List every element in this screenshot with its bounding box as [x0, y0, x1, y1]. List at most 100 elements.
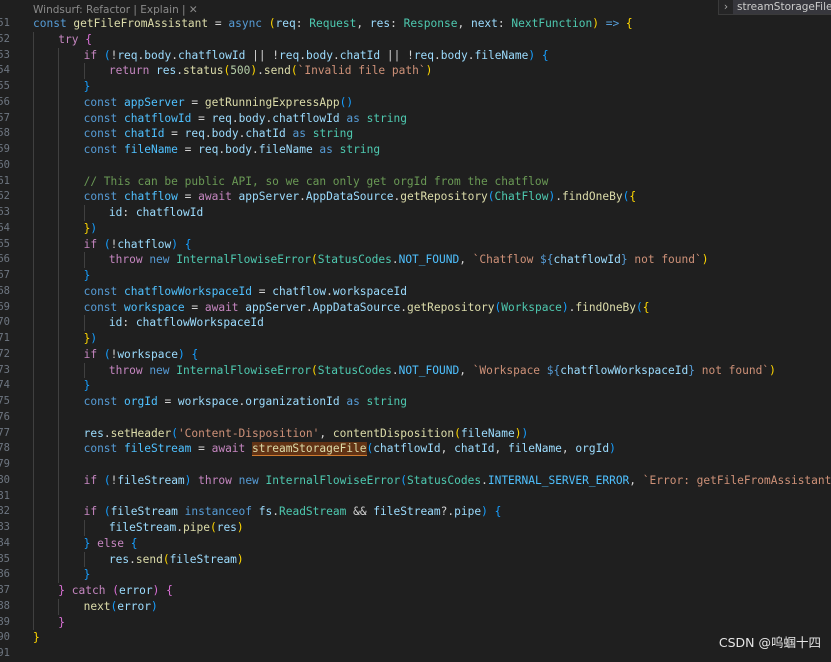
code-line[interactable]: 87} catch (error) {: [0, 583, 831, 599]
code-line[interactable]: 54 return res.status(500).send(`Invalid f…: [0, 63, 831, 79]
code-line[interactable]: 62 const chatflow = await appServer.AppDa…: [0, 189, 831, 205]
code-line[interactable]: 63 id: chatflowId: [0, 205, 831, 221]
code-line[interactable]: 75 const orgId = workspace.organizationId…: [0, 394, 831, 410]
code-line[interactable]: 73 throw new InternalFlowiseError(StatusC…: [0, 362, 831, 379]
code-line[interactable]: 61 // This can be public API, so we can o…: [0, 173, 831, 190]
indent-guide: [33, 504, 34, 520]
code-line[interactable]: 88 next(error): [0, 598, 831, 615]
code-line[interactable]: 86}: [0, 567, 831, 583]
code-line[interactable]: 72 if (!workspace) {: [0, 346, 831, 363]
code-line[interactable]: 67}: [0, 268, 831, 284]
code-token: .: [204, 127, 212, 141]
indent-guide: [58, 472, 60, 489]
indent-guide: [58, 378, 60, 394]
code-token: const: [33, 17, 74, 30]
code-text: if (!chatflow) {: [84, 237, 192, 253]
indent-guide: [58, 520, 60, 536]
code-token: error: [118, 584, 153, 597]
code-token: ,: [494, 442, 509, 456]
code-token: getRepository: [406, 300, 495, 314]
code-text: res.setHeader('Content-Disposition', con…: [84, 426, 529, 442]
code-token: {: [191, 347, 199, 361]
code-line[interactable]: 60: [0, 157, 831, 174]
code-token: .: [299, 48, 306, 62]
line-number: 54: [0, 64, 10, 77]
indent-guide: [33, 362, 34, 379]
code-text: }): [84, 221, 98, 237]
code-token: (: [310, 363, 318, 377]
code-line[interactable]: 59 const fileName = req.body.fileName as …: [0, 142, 831, 158]
code-token: }: [83, 379, 91, 393]
chevron-right-icon: ›: [723, 1, 729, 13]
code-token: (: [103, 48, 111, 62]
code-line[interactable]: 51 const getFileFromAssistant = async (re…: [0, 16, 831, 32]
code-token: =: [177, 143, 199, 156]
code-token: (: [171, 426, 178, 440]
indent-guide: [58, 47, 60, 64]
code-line[interactable]: 74}: [0, 378, 831, 394]
code-text: }: [58, 615, 65, 631]
code-token: body: [440, 48, 468, 62]
indent-guide: [58, 79, 60, 95]
code-line[interactable]: 89}: [0, 614, 831, 631]
code-line[interactable]: 80 if (!fileStream) throw new InternalFlo…: [0, 472, 831, 489]
line-number: 57: [0, 111, 10, 124]
code-text: const getFileFromAssistant = async (req:…: [33, 16, 633, 32]
code-line[interactable]: 58 const chatId = req.body.chatId as stri…: [0, 126, 831, 142]
code-line[interactable]: 65 if (!chatflow) {: [0, 236, 831, 253]
code-token: ): [514, 426, 522, 440]
code-token: .: [305, 300, 313, 314]
code-token: AppDataSource: [312, 300, 401, 314]
code-text: return res.status(500).send(`Invalid fil…: [109, 63, 432, 79]
code-token: res: [83, 426, 104, 440]
line-number: 83: [0, 521, 10, 533]
indent-guide: [33, 331, 34, 347]
code-line[interactable]: 55}: [0, 79, 831, 95]
code-token: =: [157, 395, 178, 408]
indent-guide: [33, 409, 34, 426]
indent-guide: [58, 425, 60, 442]
code-token: ): [177, 347, 185, 361]
code-token: &&: [346, 505, 374, 519]
code-line[interactable]: 91: [0, 646, 831, 662]
code-line[interactable]: 77 res.setHeader('Content-Disposition', c…: [0, 425, 831, 442]
code-line[interactable]: 85 res.send(fileStream): [0, 551, 831, 568]
code-token: ): [236, 552, 244, 566]
code-line[interactable]: 68 const chatflowWorkspaceId = chatflow.w…: [0, 283, 831, 300]
code-line[interactable]: 52 try {: [0, 31, 831, 48]
code-token: res: [156, 64, 177, 78]
code-token: .: [481, 473, 488, 487]
code-line[interactable]: 69 const workspace = await appServer.AppD…: [0, 299, 831, 316]
sticky-scroll-header[interactable]: › streamStorageFile: [718, 0, 831, 15]
code-token: ): [90, 221, 98, 235]
code-token: (: [268, 17, 276, 30]
code-line[interactable]: 53 if (!req.body.chatflowId || !req.body.…: [0, 47, 831, 64]
code-token: next: [470, 17, 498, 30]
line-number: 61: [0, 174, 10, 187]
code-line[interactable]: 71}): [0, 331, 831, 347]
code-line[interactable]: 66 throw new InternalFlowiseError(StatusC…: [0, 252, 831, 268]
code-line[interactable]: 79: [0, 457, 831, 473]
code-token: res: [369, 17, 391, 30]
code-text: throw new InternalFlowiseError(StatusCod…: [109, 252, 709, 268]
code-line[interactable]: 83 fileStream.pipe(res): [0, 520, 831, 536]
code-text: if (!req.body.chatflowId || !req.body.ch…: [84, 48, 549, 64]
code-token: .: [257, 64, 264, 78]
code-editor[interactable]: 51 const getFileFromAssistant = async (re…: [0, 16, 831, 662]
code-line[interactable]: 81: [0, 488, 831, 505]
code-line[interactable]: 78 const fileStream = await streamStorage…: [0, 441, 831, 457]
code-line[interactable]: 56 const appServer = getRunningExpressApp…: [0, 94, 831, 111]
code-line[interactable]: 70 id: chatflowWorkspaceId: [0, 315, 831, 331]
code-token: ,: [440, 442, 455, 456]
code-token: NOT_FOUND: [398, 363, 460, 377]
code-line[interactable]: 64}): [0, 220, 831, 237]
code-line[interactable]: 82 if (fileStream instanceof fs.ReadStrea…: [0, 504, 831, 520]
code-line[interactable]: 76: [0, 409, 831, 426]
code-line[interactable]: 90}: [0, 630, 831, 646]
code-token: const: [83, 143, 125, 156]
indent-guide: [83, 63, 85, 79]
indent-guide: [33, 31, 34, 48]
code-line[interactable]: 84} else {: [0, 535, 831, 552]
code-line[interactable]: 57 const chatflowId = req.body.chatflowId…: [0, 110, 831, 127]
code-token: throw: [191, 473, 239, 487]
